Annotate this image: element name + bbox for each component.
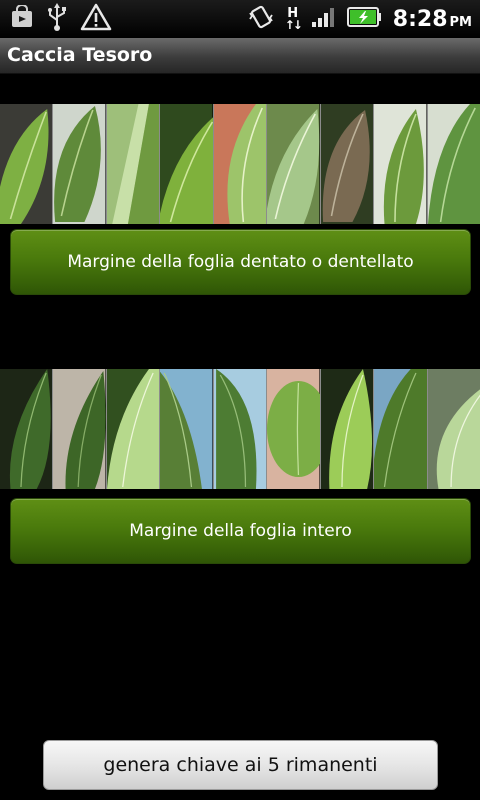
signal-icon	[311, 6, 337, 32]
leaf-image-panel	[0, 369, 54, 489]
leaf-image-panel	[374, 369, 428, 489]
leaf-image-panel	[213, 104, 268, 224]
leaf-image-panel	[106, 104, 161, 224]
entire-margin-button[interactable]: Margine della foglia intero	[10, 498, 471, 564]
leaf-image-panel	[160, 104, 214, 224]
status-left-icons	[10, 3, 112, 35]
generate-key-button[interactable]: genera chiave ai 5 rimanenti	[43, 740, 438, 790]
leaf-image-panel	[374, 104, 428, 224]
leaf-image-panel	[53, 369, 107, 489]
status-bar: H ↑↓ 8:28 PM	[0, 0, 480, 38]
leaf-image-panel	[0, 104, 54, 224]
clock-time: 8:28	[392, 6, 448, 32]
clock: 8:28 PM	[393, 7, 472, 32]
usb-icon	[46, 3, 68, 35]
network-h-icon: H ↑↓	[284, 5, 303, 32]
warning-icon	[80, 3, 112, 35]
leaf-image-panel	[53, 104, 107, 224]
leaf-image-panel	[267, 369, 321, 489]
leaf-image-panel	[320, 369, 375, 489]
leaf-image-panel	[106, 369, 161, 489]
leaf-image-panel	[160, 369, 214, 489]
leaf-image-panel	[427, 369, 480, 489]
leaf-image-panel	[427, 104, 480, 224]
leaf-image-panel	[267, 104, 321, 224]
app-title: Caccia Tesoro	[7, 44, 153, 66]
shopping-bag-icon	[10, 4, 34, 33]
network-type-label: H	[287, 5, 299, 21]
clock-ampm: PM	[449, 14, 472, 30]
entire-leaf-margins-image[interactable]	[0, 369, 480, 489]
toothed-leaf-margins-image[interactable]	[0, 104, 480, 224]
toothed-margin-button[interactable]: Margine della foglia dentato o dentellat…	[10, 229, 471, 295]
vibrate-icon	[247, 3, 275, 35]
leaf-image-panel	[213, 369, 268, 489]
battery-charging-icon	[346, 6, 383, 32]
leaf-image-panel	[320, 104, 375, 224]
title-bar: Caccia Tesoro	[0, 38, 480, 74]
status-right-icons: H ↑↓ 8:28 PM	[247, 4, 472, 34]
